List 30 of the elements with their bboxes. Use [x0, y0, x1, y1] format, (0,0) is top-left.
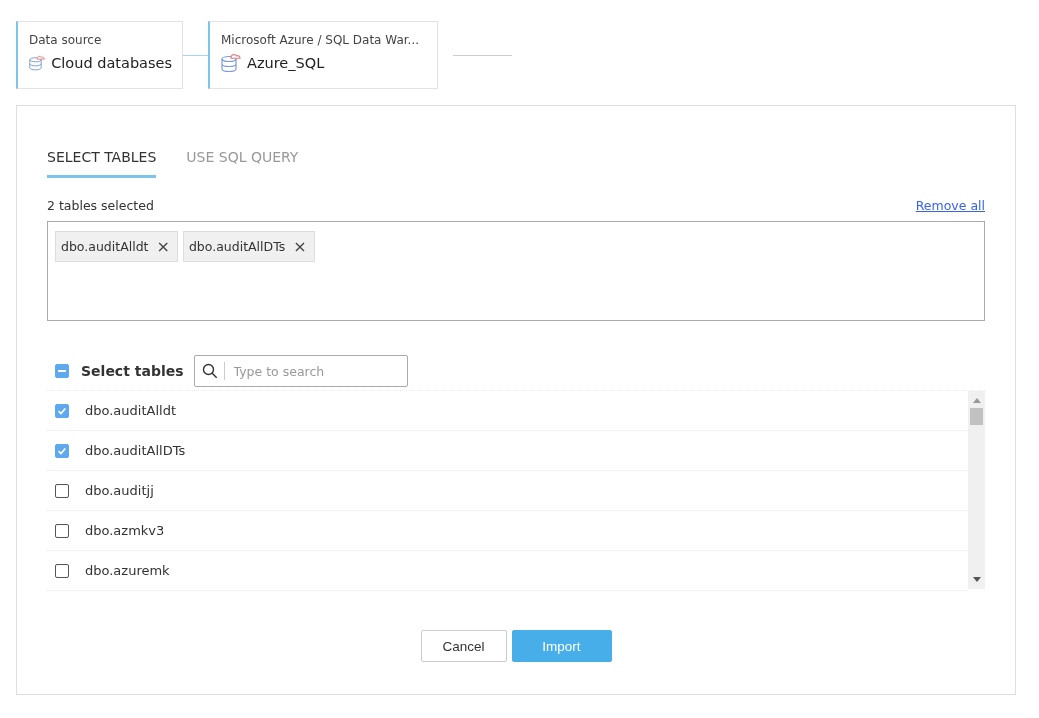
- search-field[interactable]: Type to search: [193, 355, 408, 387]
- tab[interactable]: SELECT TABLES: [47, 146, 157, 178]
- table-name: dbo.auditAlldt: [85, 403, 176, 418]
- select-tables-label: Select tables: [81, 363, 184, 379]
- table-checkbox[interactable]: [55, 443, 69, 458]
- breadcrumb-name: Azure_SQL: [247, 55, 325, 71]
- table-checkbox[interactable]: [55, 563, 69, 578]
- breadcrumb-caption: Data source: [29, 33, 103, 47]
- breadcrumb-card[interactable]: Data source Cloud databases: [16, 21, 183, 89]
- table-checkbox[interactable]: [55, 523, 69, 538]
- dialog-button[interactable]: Cancel: [420, 630, 507, 662]
- cloud-database-icon: [221, 52, 241, 74]
- chip-label: dbo.auditAlldt: [61, 239, 149, 254]
- table-name: dbo.auditAllDTs: [85, 443, 186, 458]
- table-name: dbo.azuremk: [85, 563, 170, 578]
- table-checkbox[interactable]: [55, 403, 69, 418]
- search-icon: [201, 363, 218, 379]
- breadcrumb-card[interactable]: Microsoft Azure / SQL Data War... Azure_SQL: [208, 21, 438, 89]
- breadcrumb-caption: Microsoft Azure / SQL Data War...: [221, 33, 421, 47]
- table-name: dbo.azmkv3: [85, 523, 165, 538]
- remove-chip-button[interactable]: ×: [293, 237, 307, 256]
- scrollbar[interactable]: [968, 391, 985, 589]
- table-checkbox[interactable]: [55, 483, 69, 498]
- selection-count: 2 tables selected: [47, 198, 154, 213]
- breadcrumb-name: Cloud databases: [51, 55, 172, 71]
- chip-label: dbo.auditAllDTs: [188, 239, 286, 254]
- select-all-checkbox[interactable]: [55, 364, 69, 378]
- remove-chip-button[interactable]: ×: [156, 237, 170, 256]
- table-name: dbo.auditjj: [85, 483, 154, 498]
- remove-all-link[interactable]: Remove all: [915, 198, 985, 213]
